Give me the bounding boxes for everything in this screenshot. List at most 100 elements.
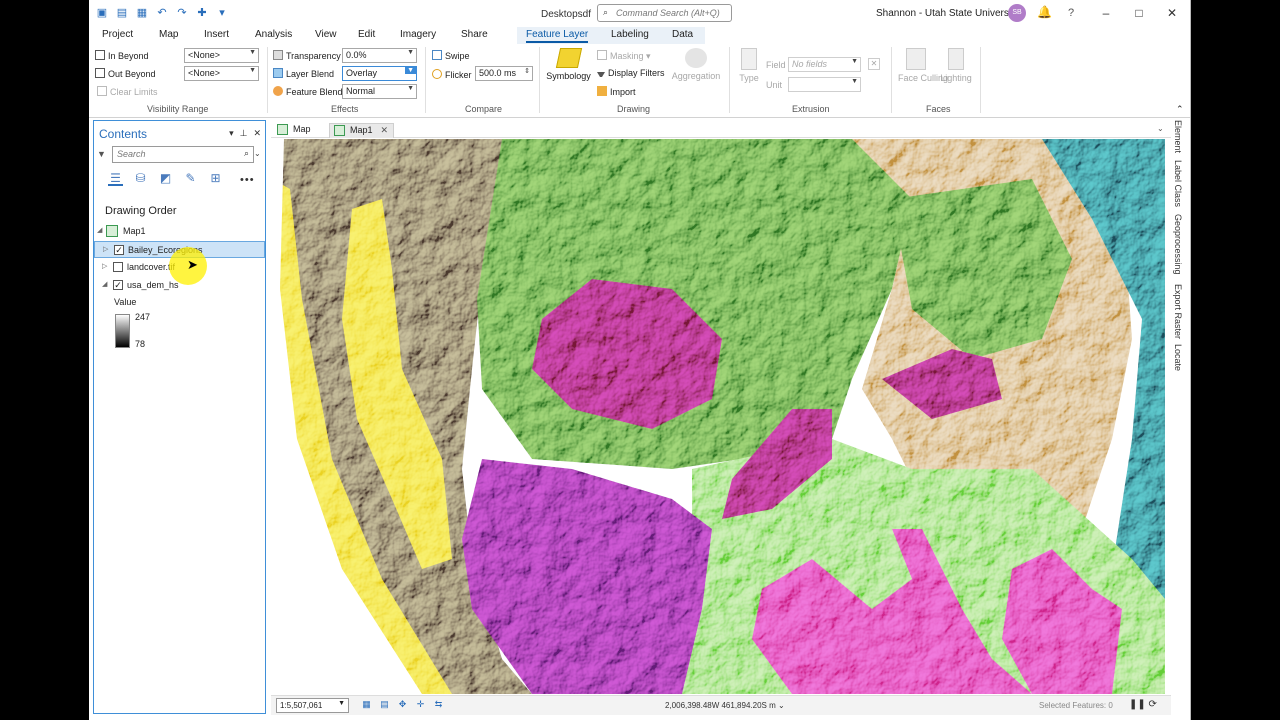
list-by-drawing-order-icon[interactable]: ☰ [108, 171, 123, 186]
face-culling-button[interactable]: Face Culling [898, 48, 948, 83]
add-data-icon[interactable]: ✚ [195, 7, 209, 20]
open-icon[interactable]: ▤ [115, 7, 129, 20]
help-icon[interactable]: ? [1068, 7, 1074, 19]
list-by-editing-icon[interactable]: ✎ [183, 171, 198, 186]
dock-tab-element[interactable]: Element [1173, 120, 1183, 153]
layer-visibility-checkbox[interactable]: ✓ [113, 280, 123, 290]
close-tab-icon[interactable]: ✕ [381, 125, 389, 135]
more-options-icon[interactable]: ••• [240, 174, 255, 186]
layer-visibility-checkbox[interactable] [113, 262, 123, 272]
field-label: Field [766, 60, 786, 70]
out-beyond-dropdown[interactable]: <None> ▼ [184, 66, 259, 81]
ribbon-separator [425, 47, 426, 113]
flicker-input[interactable]: 500.0 ms ⇕ [475, 66, 533, 81]
legend-title: Value [114, 297, 137, 307]
view-tab-map[interactable]: Map [273, 123, 316, 138]
tab-labeling[interactable]: Labeling [611, 29, 649, 40]
search-icon[interactable]: ⌕ [244, 148, 249, 159]
flicker-label[interactable]: Flicker [432, 69, 472, 80]
drawing-order-heading: Drawing Order [105, 205, 177, 217]
swipe-button[interactable]: Swipe [432, 50, 470, 61]
masking-button[interactable]: Masking ▾ [597, 50, 651, 62]
tab-imagery[interactable]: Imagery [400, 29, 436, 40]
map-canvas[interactable] [272, 139, 1165, 694]
lighting-button[interactable]: Lighting [938, 48, 974, 83]
unit-dropdown[interactable]: ▼ [788, 77, 861, 92]
clear-limits-button[interactable]: Clear Limits [97, 86, 158, 97]
scale-dropdown[interactable]: 1:5,507,061 ▼ [276, 698, 349, 713]
chevron-down-icon[interactable]: ⌄ [254, 149, 261, 158]
expand-icon[interactable]: ▷ [103, 245, 108, 253]
selected-features-count[interactable]: Selected Features: 0 [1039, 701, 1113, 710]
coordinates-readout[interactable]: 2,006,398.48W 461,894.20S m ⌄ [665, 701, 785, 710]
navigate-icon[interactable]: ✥ [396, 699, 409, 711]
grid-icon[interactable]: ▦ [360, 699, 373, 711]
layer-visibility-checkbox[interactable]: ✓ [114, 245, 124, 255]
in-beyond-dropdown[interactable]: <None> ▼ [184, 48, 259, 63]
list-by-snapping-icon[interactable]: ⊞ [208, 171, 223, 186]
view-tab-map1[interactable]: Map1 ✕ [329, 123, 395, 138]
tab-edit[interactable]: Edit [358, 29, 375, 40]
tab-share[interactable]: Share [461, 29, 488, 40]
tab-data[interactable]: Data [672, 29, 693, 40]
collapse-ribbon-icon[interactable]: ⌃ [1176, 104, 1184, 115]
command-search[interactable]: ⌕ Command Search (Alt+Q) [597, 4, 732, 22]
collapse-icon[interactable]: ◢ [97, 226, 102, 234]
map-node[interactable]: ◢ Map1 [94, 223, 265, 240]
expand-icon[interactable]: ▷ [102, 262, 107, 270]
display-filters-button[interactable]: Display Filters [597, 68, 665, 78]
import-button[interactable]: Import [597, 86, 636, 97]
group-visibility-range: Visibility Range [147, 104, 209, 114]
undo-icon[interactable]: ↶ [155, 7, 169, 20]
tab-analysis[interactable]: Analysis [255, 29, 292, 40]
dock-tab-locate[interactable]: Locate [1173, 344, 1183, 371]
symbology-button[interactable]: Symbology [546, 48, 591, 81]
field-dropdown[interactable]: No fields ▼ [788, 57, 861, 72]
dock-tab-geoprocessing[interactable]: Geoprocessing [1173, 214, 1183, 275]
clear-field-icon[interactable]: ✕ [868, 58, 880, 70]
out-beyond-icon [95, 68, 105, 78]
pane-close-icon[interactable]: ✕ [253, 128, 261, 139]
table-icon[interactable]: ▤ [378, 699, 391, 711]
group-effects: Effects [331, 104, 359, 114]
feature-blend-dropdown[interactable]: Normal ▼ [342, 84, 417, 99]
list-by-selection-icon[interactable]: ◩ [158, 171, 173, 186]
status-bar: 1:5,507,061 ▼ ▦ ▤ ✥ ✛ ⇆ 2,006,398.48W 461… [271, 695, 1171, 715]
in-beyond-label[interactable]: In Beyond [95, 50, 149, 61]
close-button[interactable]: ✕ [1165, 6, 1179, 20]
notification-bell-icon[interactable]: 🔔 [1037, 5, 1052, 19]
crosshair-icon[interactable]: ✛ [414, 699, 427, 711]
contents-search-input[interactable]: Search ⌕ [112, 146, 254, 163]
dropdown-icon[interactable]: ▾ [215, 7, 229, 20]
save-icon[interactable]: ▦ [135, 7, 149, 20]
layer-blend-dropdown[interactable]: Overlay ▼ [342, 66, 417, 81]
filter-icon[interactable]: ▼ [97, 149, 106, 159]
pause-drawing-icon[interactable]: ⇆ [432, 699, 445, 711]
pause-refresh-icons[interactable]: ❚❚ ⟳ [1129, 699, 1157, 710]
chevron-down-icon[interactable]: ⌄ [1157, 124, 1164, 133]
list-by-source-icon[interactable]: ⛁ [133, 171, 148, 186]
extrusion-type-button[interactable]: Type [737, 48, 761, 83]
tab-map[interactable]: Map [159, 29, 178, 40]
out-beyond-label[interactable]: Out Beyond [95, 68, 156, 79]
transparency-input[interactable]: 0.0% ▼ [342, 48, 417, 63]
map-render [272, 139, 1165, 694]
minimize-button[interactable]: – [1099, 6, 1113, 20]
new-project-icon[interactable]: ▣ [95, 7, 109, 20]
tab-project[interactable]: Project [102, 29, 133, 40]
collapse-icon[interactable]: ◢ [102, 280, 107, 288]
maximize-button[interactable]: □ [1132, 6, 1146, 20]
tab-view[interactable]: View [315, 29, 337, 40]
pane-menu-icon[interactable]: ▾ [229, 128, 234, 139]
pin-icon[interactable]: ⊥ [240, 128, 248, 139]
user-name[interactable]: Shannon - Utah State University [876, 8, 1019, 19]
aggregation-button[interactable]: Aggregation [670, 48, 722, 81]
dock-tab-export-raster[interactable]: Export Raster [1173, 284, 1183, 339]
tab-feature-layer[interactable]: Feature Layer [526, 29, 589, 43]
layer-blend-icon [273, 68, 283, 78]
avatar[interactable]: SB [1008, 4, 1026, 22]
dock-tab-label-class[interactable]: Label Class [1173, 160, 1183, 207]
symbology-icon [555, 48, 582, 68]
redo-icon[interactable]: ↷ [175, 7, 189, 20]
tab-insert[interactable]: Insert [204, 29, 229, 40]
